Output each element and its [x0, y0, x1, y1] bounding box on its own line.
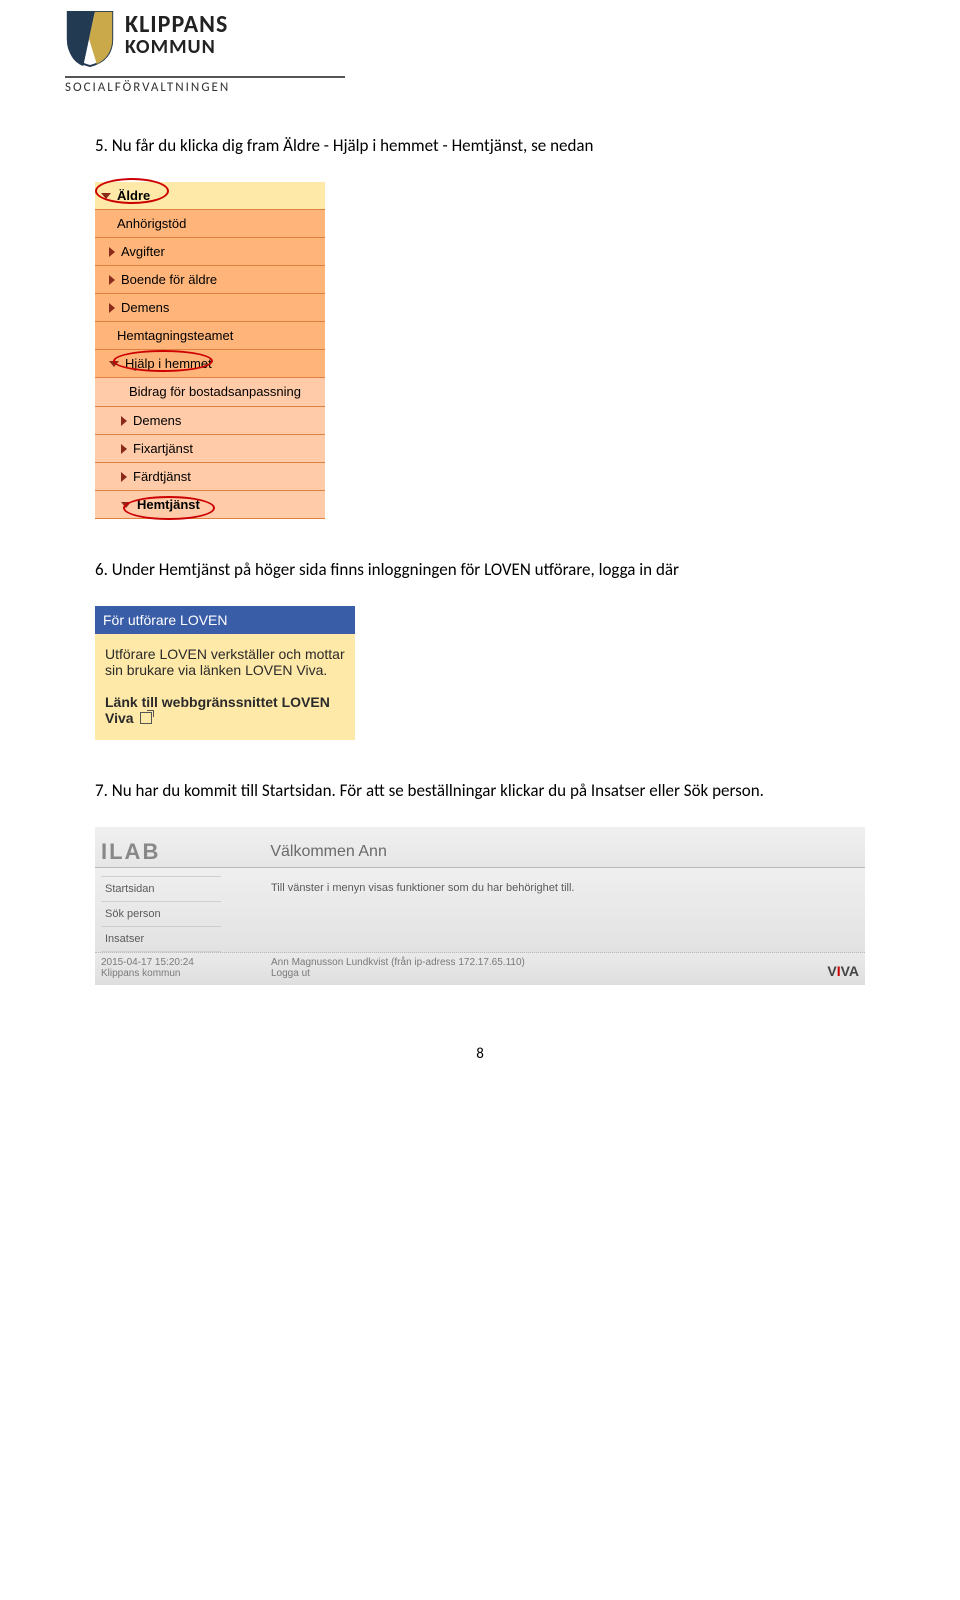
nav-label: Boende för äldre [121, 272, 217, 287]
loven-link-label: Länk till webbgränssnittet LOVEN Viva [105, 694, 330, 726]
chevron-right-icon [121, 472, 127, 482]
menu-item-startsidan[interactable]: Startsidan [101, 876, 221, 901]
chevron-down-icon [109, 361, 119, 367]
nav-label: Anhörigstöd [117, 216, 186, 231]
shield-icon [65, 10, 115, 68]
menu-label: Insatser [105, 933, 144, 945]
step-7-text: 7. Nu har du kommit till Startsidan. För… [95, 780, 865, 801]
nav-item[interactable]: Fixartjänst [95, 435, 325, 463]
nav-item[interactable]: Demens [95, 294, 325, 322]
nav-item-aldre[interactable]: Äldre [95, 182, 325, 210]
app-brand: ILAB [101, 839, 160, 865]
nav-item[interactable]: Demens [95, 407, 325, 435]
chevron-right-icon [109, 275, 115, 285]
nav-item[interactable]: Avgifter [95, 238, 325, 266]
nav-label: Fixartjänst [133, 441, 193, 456]
welcome-text: Välkommen Ann [270, 843, 387, 861]
nav-item[interactable]: Boende för äldre [95, 266, 325, 294]
nav-label: Hemtjänst [137, 497, 200, 512]
nav-label: Färdtjänst [133, 469, 191, 484]
menu-label: Sök person [105, 908, 161, 920]
step-6-text: 6. Under Hemtjänst på höger sida finns i… [95, 559, 865, 580]
loven-box-title: För utförare LOVEN [95, 606, 355, 634]
page-number: 8 [95, 1045, 865, 1063]
nav-label: Bidrag för bostadsanpassning [129, 384, 301, 400]
chevron-right-icon [121, 416, 127, 426]
viva-logo: VIVA [827, 963, 859, 979]
loven-link[interactable]: Länk till webbgränssnittet LOVEN Viva [105, 694, 345, 726]
nav-item[interactable]: Hemtagningsteamet [95, 322, 325, 350]
logo-line2: KOMMUN [125, 35, 228, 59]
nav-label: Hemtagningsteamet [117, 328, 233, 343]
logout-link[interactable]: Logga ut [271, 968, 827, 979]
org-logo: KLIPPANS KOMMUN [95, 10, 865, 68]
nav-item-hjalp[interactable]: Hjälp i hemmet [95, 350, 325, 378]
nav-item[interactable]: Anhörigstöd [95, 210, 325, 238]
chevron-right-icon [109, 247, 115, 257]
chevron-right-icon [109, 303, 115, 313]
external-link-icon [140, 712, 152, 724]
menu-item-insatser[interactable]: Insatser [101, 926, 221, 952]
logo-subtitle: SOCIALFÖRVALTNINGEN [65, 80, 865, 95]
app-screenshot: ILAB Välkommen Ann Startsidan Sök person… [95, 827, 865, 985]
nav-item[interactable]: Färdtjänst [95, 463, 325, 491]
nav-label: Demens [133, 413, 181, 428]
nav-label: Demens [121, 300, 169, 315]
nav-item-hemtjanst[interactable]: Hemtjänst [95, 491, 325, 519]
nav-menu-screenshot: Äldre Anhörigstöd Avgifter Boende för äl… [95, 182, 325, 519]
footer-org: Klippans kommun [101, 968, 271, 979]
side-menu: Startsidan Sök person Insatser [101, 876, 221, 952]
chevron-down-icon [121, 502, 131, 508]
logo-divider [65, 76, 345, 78]
chevron-down-icon [101, 193, 111, 199]
app-subtext: Till vänster i menyn visas funktioner so… [271, 882, 859, 894]
nav-item[interactable]: Bidrag för bostadsanpassning [95, 378, 325, 407]
nav-label: Avgifter [121, 244, 165, 259]
menu-label: Startsidan [105, 883, 155, 895]
nav-label: Hjälp i hemmet [125, 356, 212, 371]
step-5-text: 5. Nu får du klicka dig fram Äldre - Hjä… [95, 135, 865, 156]
menu-item-sok-person[interactable]: Sök person [101, 901, 221, 926]
nav-label: Äldre [117, 188, 150, 203]
footer-user: Ann Magnusson Lundkvist (från ip-adress … [271, 957, 827, 968]
chevron-right-icon [121, 444, 127, 454]
loven-body-text: Utförare LOVEN verkställer och mottar si… [105, 646, 345, 678]
footer-timestamp: 2015-04-17 15:20:24 [101, 957, 271, 968]
loven-box: För utförare LOVEN Utförare LOVEN verkst… [95, 606, 355, 740]
